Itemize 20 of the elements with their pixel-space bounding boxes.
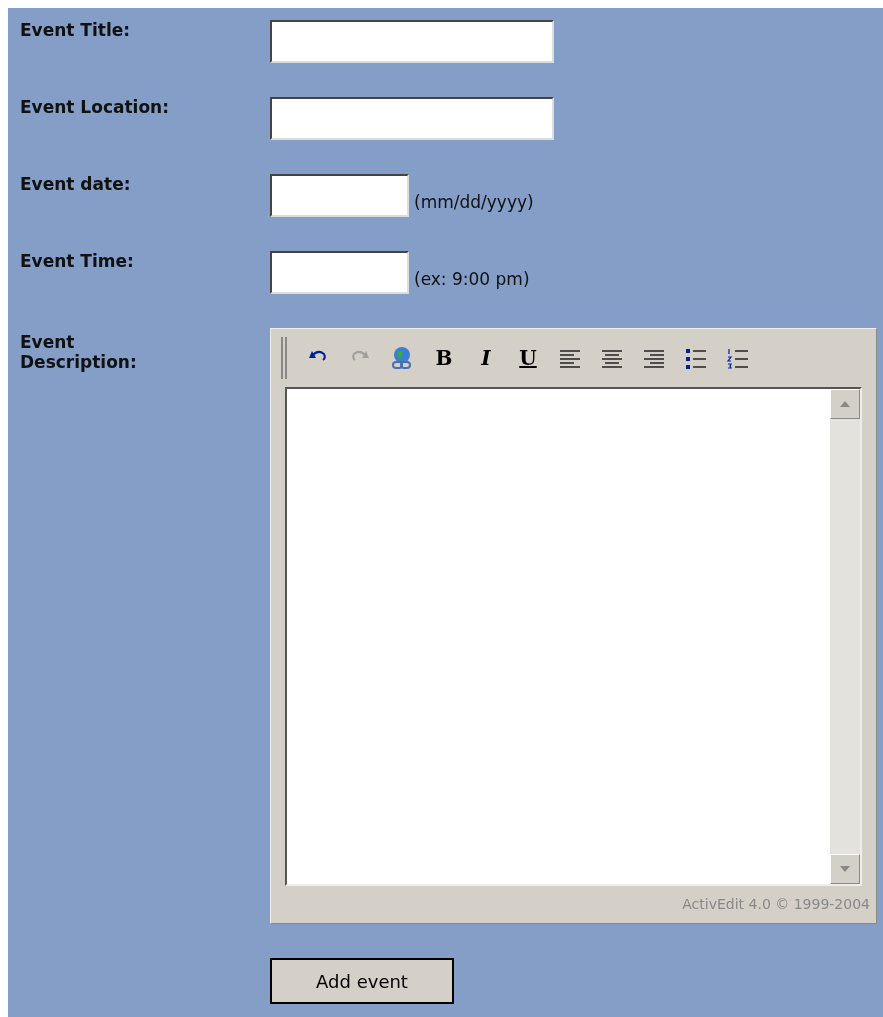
input-field[interactable] [270,20,554,63]
scroll-up-icon[interactable] [830,389,860,419]
bold-button[interactable]: B [429,343,459,373]
add-event-button[interactable]: Add event [270,958,454,1004]
format-hint: (ex: 9:00 pm) [414,267,530,291]
toolbar-grip [281,337,287,379]
italic-button[interactable]: I [471,343,501,373]
editor-credit: ActivEdit 4.0 © 1999-2004 [682,895,870,914]
field-label: Event Time: [20,251,135,271]
scroll-down-icon[interactable] [830,854,860,884]
underline-button[interactable]: U [513,343,543,373]
format-hint: (mm/dd/yyyy) [414,190,534,214]
input-field[interactable] [270,174,409,217]
field-label: Event Title: [20,20,132,40]
input-field[interactable] [270,251,409,294]
field-label: Event Description: [20,332,138,372]
field-label: Event Location: [20,97,170,117]
input-field[interactable] [270,97,554,140]
field-label: Event date: [20,174,132,194]
scrollbar[interactable] [830,389,860,884]
